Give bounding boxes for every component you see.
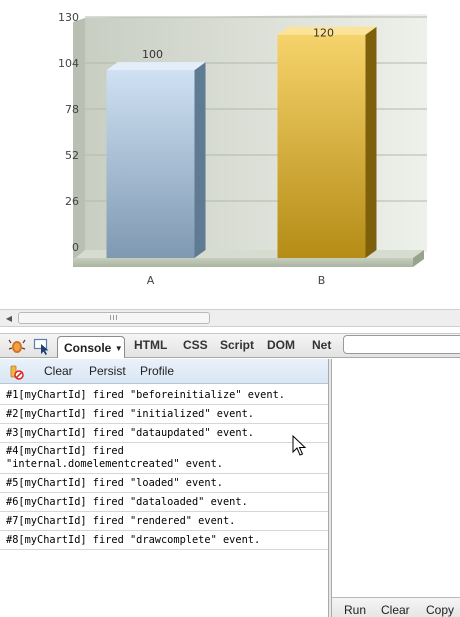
chart-left-wall	[73, 18, 85, 260]
log-entry: #3[myChartId] fired "dataupdated" event.	[0, 424, 328, 443]
y-tick-label: 52	[65, 149, 79, 162]
firebug-bug-icon[interactable]	[8, 337, 26, 355]
bar-front	[106, 70, 195, 258]
y-tick-label: 130	[58, 11, 79, 24]
log-entry: #4[myChartId] fired "internal.domelement…	[0, 443, 328, 474]
command-editor-footer: Run Clear Copy	[332, 597, 460, 617]
bar-a[interactable]	[106, 62, 206, 259]
tab-css[interactable]: CSS	[183, 338, 208, 352]
command-clear-button[interactable]: Clear	[381, 603, 410, 617]
console-dropdown-icon[interactable]: ▼	[115, 344, 123, 353]
log-entry: #5[myChartId] fired "loaded" event.	[0, 474, 328, 493]
scrollbar-thumb[interactable]: III	[18, 312, 210, 324]
bar-side	[194, 62, 206, 259]
bar-b[interactable]	[277, 26, 377, 259]
clear-console-icon[interactable]	[8, 364, 24, 380]
copy-button[interactable]: Copy	[426, 603, 454, 617]
command-editor[interactable]	[332, 359, 460, 597]
bar-side	[365, 26, 377, 259]
log-entry: #1[myChartId] fired "beforeinitialize" e…	[0, 386, 328, 405]
x-tick-label: B	[318, 274, 326, 287]
horizontal-scrollbar[interactable]: ◀ III	[0, 309, 460, 327]
tab-dom[interactable]: DOM	[267, 338, 295, 352]
console-profile-button[interactable]: Profile	[140, 364, 174, 378]
inspect-pointer-icon[interactable]	[33, 337, 51, 355]
chart-floor-edge	[73, 258, 413, 267]
y-tick-label: 0	[72, 241, 79, 254]
tab-script[interactable]: Script	[220, 338, 254, 352]
firebug-toolbar: Console ▼ HTML CSS Script DOM Net	[0, 333, 460, 358]
bar-top	[106, 62, 206, 71]
console-log: #1[myChartId] fired "beforeinitialize" e…	[0, 386, 328, 617]
console-tab-label: Console	[64, 341, 112, 355]
tab-html[interactable]: HTML	[134, 338, 167, 352]
log-entry: #7[myChartId] fired "rendered" event.	[0, 512, 328, 531]
data-label: 120	[313, 27, 334, 40]
log-entry: #6[myChartId] fired "dataloaded" event.	[0, 493, 328, 512]
y-tick-label: 78	[65, 103, 79, 116]
console-toolbar: Clear Persist Profile	[0, 359, 328, 384]
y-tick-label: 26	[65, 195, 79, 208]
bar-front	[277, 34, 366, 258]
tab-net[interactable]: Net	[312, 338, 331, 352]
log-entry: #8[myChartId] fired "drawcomplete" event…	[0, 531, 328, 550]
run-button[interactable]: Run	[344, 603, 366, 617]
chart-area: 0 26 52 78 104 130 100 120 AB	[0, 0, 460, 308]
x-axis-labels: AB	[147, 274, 326, 287]
console-clear-button[interactable]: Clear	[44, 364, 73, 378]
firebug-search-input[interactable]	[343, 335, 460, 354]
bar-chart: 0265278104130 100120 AB	[58, 11, 427, 287]
scroll-left-arrow-icon[interactable]: ◀	[1, 311, 17, 326]
data-label: 100	[142, 48, 163, 61]
console-persist-button[interactable]: Persist	[89, 364, 126, 378]
y-tick-label: 104	[58, 57, 79, 70]
x-tick-label: A	[147, 274, 155, 287]
tab-console[interactable]: Console ▼	[57, 336, 125, 358]
log-entry: #2[myChartId] fired "initialized" event.	[0, 405, 328, 424]
mouse-cursor-icon	[292, 435, 306, 456]
